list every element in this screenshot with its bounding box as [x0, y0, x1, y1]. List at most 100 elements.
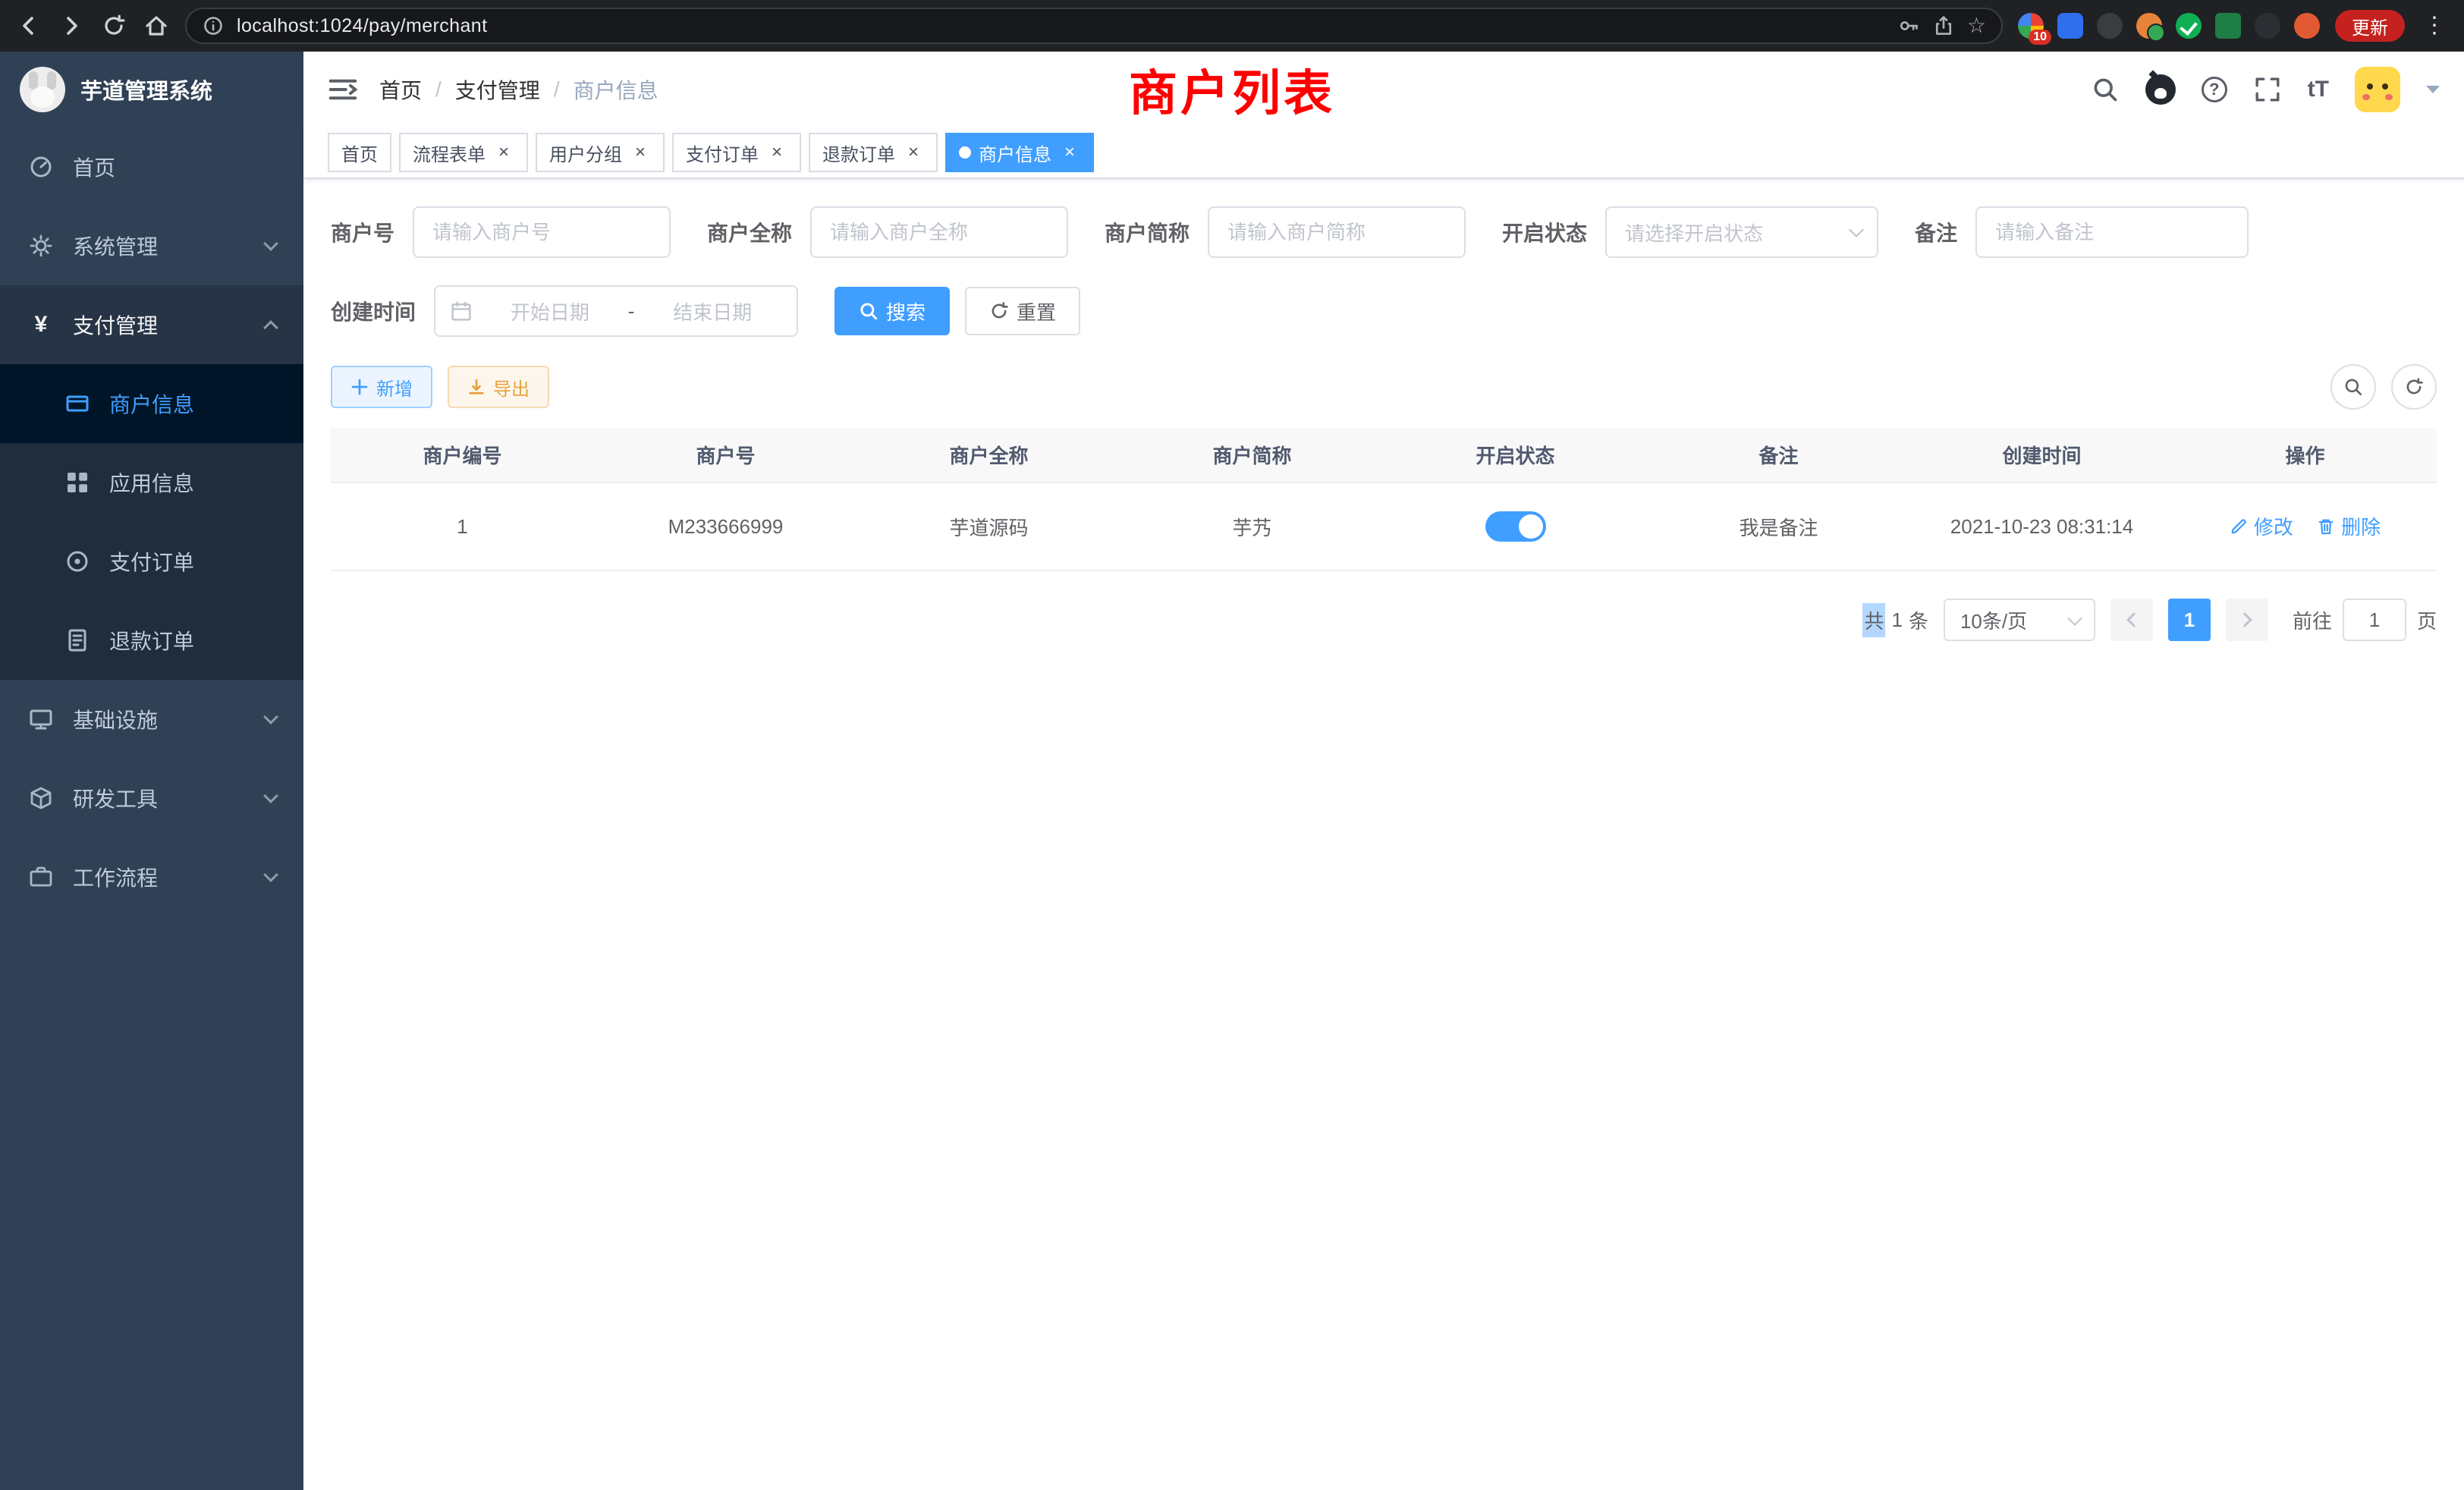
page-size-value: 10条/页	[1960, 606, 2027, 634]
page-number-1[interactable]: 1	[2168, 599, 2211, 641]
sidebar-item-label: 研发工具	[73, 783, 247, 813]
create-time-range-picker[interactable]: 开始日期 - 结束日期	[434, 285, 798, 337]
page-info-icon[interactable]	[202, 14, 225, 37]
target-icon	[64, 549, 91, 574]
tab-refund-order[interactable]: 退款订单 ×	[809, 133, 938, 172]
tab-home[interactable]: 首页	[328, 133, 391, 172]
forward-icon[interactable]	[58, 12, 85, 39]
sidebar-item-infrastructure[interactable]: 基础设施	[0, 680, 303, 759]
hamburger-icon[interactable]	[328, 74, 358, 105]
filter-row-2: 创建时间 开始日期 - 结束日期 搜索 重置	[331, 285, 2437, 337]
sidebar-item-label: 支付管理	[73, 310, 247, 340]
sidebar-item-home[interactable]: 首页	[0, 127, 303, 206]
bookmark-star-icon[interactable]: ☆	[1967, 15, 1986, 36]
close-icon[interactable]: ×	[630, 142, 651, 163]
tab-process-form[interactable]: 流程表单 ×	[399, 133, 528, 172]
close-icon[interactable]: ×	[903, 142, 924, 163]
extension-icon-3[interactable]	[2097, 13, 2123, 39]
delete-link-label: 删除	[2341, 512, 2381, 540]
back-icon[interactable]	[15, 12, 42, 39]
tab-pay-order[interactable]: 支付订单 ×	[672, 133, 801, 172]
cell-create-time: 2021-10-23 08:31:14	[1910, 483, 2173, 571]
full-name-input[interactable]	[830, 221, 1048, 244]
search-button[interactable]: 搜索	[834, 287, 950, 335]
table-header-row: 商户编号 商户号 商户全称 商户简称 开启状态 备注 创建时间 操作	[331, 428, 2437, 483]
search-icon[interactable]	[2091, 75, 2120, 104]
breadcrumb-home[interactable]: 首页	[379, 74, 422, 105]
sidebar-item-dev-tools[interactable]: 研发工具	[0, 759, 303, 838]
help-icon[interactable]: ?	[2202, 77, 2227, 102]
delete-link[interactable]: 删除	[2317, 512, 2381, 540]
gear-icon	[27, 234, 55, 258]
chevron-down-icon	[263, 867, 278, 882]
sidebar-item-workflow[interactable]: 工作流程	[0, 838, 303, 916]
breadcrumb-payment[interactable]: 支付管理	[455, 74, 540, 105]
extension-icon-2[interactable]	[2057, 13, 2083, 39]
merchant-no-input[interactable]	[432, 221, 651, 244]
github-icon[interactable]	[2145, 74, 2176, 105]
breadcrumb-current: 商户信息	[574, 74, 658, 105]
share-icon[interactable]	[1932, 14, 1955, 37]
filter-merchant-no: 商户号	[331, 206, 671, 258]
avatar-caret-icon[interactable]	[2426, 86, 2440, 93]
font-size-icon[interactable]: tT	[2308, 77, 2329, 102]
user-avatar[interactable]	[2355, 67, 2400, 112]
navbar-actions: ? tT	[2091, 67, 2440, 112]
browser-update-button[interactable]: 更新	[2335, 10, 2405, 42]
sidebar-logo[interactable]: 芋道管理系统	[0, 52, 303, 127]
tab-user-group[interactable]: 用户分组 ×	[536, 133, 665, 172]
goto-prefix: 前往	[2293, 606, 2332, 634]
extension-icon-7[interactable]	[2255, 13, 2280, 39]
sidebar-item-merchant-info[interactable]: 商户信息	[0, 364, 303, 443]
browser-menu-icon[interactable]: ⋮	[2420, 14, 2449, 37]
hide-search-icon-button[interactable]	[2330, 364, 2376, 410]
filter-row-1: 商户号 商户全称 商户简称	[331, 206, 2437, 258]
sidebar-item-label: 工作流程	[73, 862, 247, 892]
sidebar-item-payment[interactable]: ¥ 支付管理	[0, 285, 303, 364]
sidebar-item-app-info[interactable]: 应用信息	[0, 443, 303, 522]
sidebar-item-refund-order[interactable]: 退款订单	[0, 601, 303, 680]
extension-icon-6[interactable]	[2215, 13, 2241, 39]
add-button[interactable]: 新增	[331, 366, 432, 408]
reset-button[interactable]: 重置	[965, 287, 1080, 335]
export-button[interactable]: 导出	[448, 366, 549, 408]
sidebar-item-system[interactable]: 系统管理	[0, 206, 303, 285]
field-label: 开启状态	[1502, 217, 1587, 247]
grid-icon	[64, 470, 91, 495]
fullscreen-icon[interactable]	[2253, 75, 2282, 104]
tab-label: 首页	[341, 140, 378, 166]
home-icon[interactable]	[143, 12, 170, 39]
sidebar-item-label: 基础设施	[73, 704, 247, 734]
sidebar-item-label: 支付订单	[109, 546, 276, 577]
tab-label: 支付订单	[686, 140, 759, 166]
extension-icon-4[interactable]	[2136, 13, 2162, 39]
sidebar-item-label: 首页	[73, 152, 276, 182]
remark-input[interactable]	[1995, 221, 2229, 244]
refresh-icon[interactable]	[100, 12, 127, 39]
document-icon	[64, 628, 91, 652]
prev-page-button[interactable]	[2110, 599, 2153, 641]
close-icon[interactable]: ×	[766, 142, 787, 163]
refresh-table-icon-button[interactable]	[2391, 364, 2437, 410]
close-icon[interactable]: ×	[493, 142, 514, 163]
page-size-select[interactable]: 10条/页	[1944, 599, 2095, 641]
sidebar-item-pay-order[interactable]: 支付订单	[0, 522, 303, 601]
short-name-input[interactable]	[1227, 221, 1446, 244]
payment-submenu: 商户信息 应用信息 支付订单 退款订单	[0, 364, 303, 680]
tab-merchant-info[interactable]: 商户信息 ×	[945, 133, 1094, 172]
status-toggle[interactable]	[1485, 511, 1546, 542]
goto-page-input[interactable]	[2343, 599, 2406, 641]
briefcase-icon	[27, 865, 55, 889]
address-bar[interactable]: localhost:1024/pay/merchant ☆	[185, 8, 2003, 44]
edit-link[interactable]: 修改	[2230, 512, 2293, 540]
navbar: 首页 / 支付管理 / 商户信息 商户列表 ? tT	[303, 52, 2464, 127]
key-icon[interactable]	[1897, 14, 1920, 37]
extension-icon-1[interactable]: 10	[2018, 13, 2044, 39]
next-page-button[interactable]	[2226, 599, 2268, 641]
table-toolbar: 新增 导出	[331, 364, 2437, 410]
close-icon[interactable]: ×	[1059, 142, 1080, 163]
export-button-label: 导出	[493, 374, 530, 401]
extension-icon-5[interactable]	[2176, 13, 2202, 39]
status-select[interactable]: 请选择开启状态	[1605, 206, 1878, 258]
profile-avatar-icon[interactable]	[2294, 13, 2320, 39]
